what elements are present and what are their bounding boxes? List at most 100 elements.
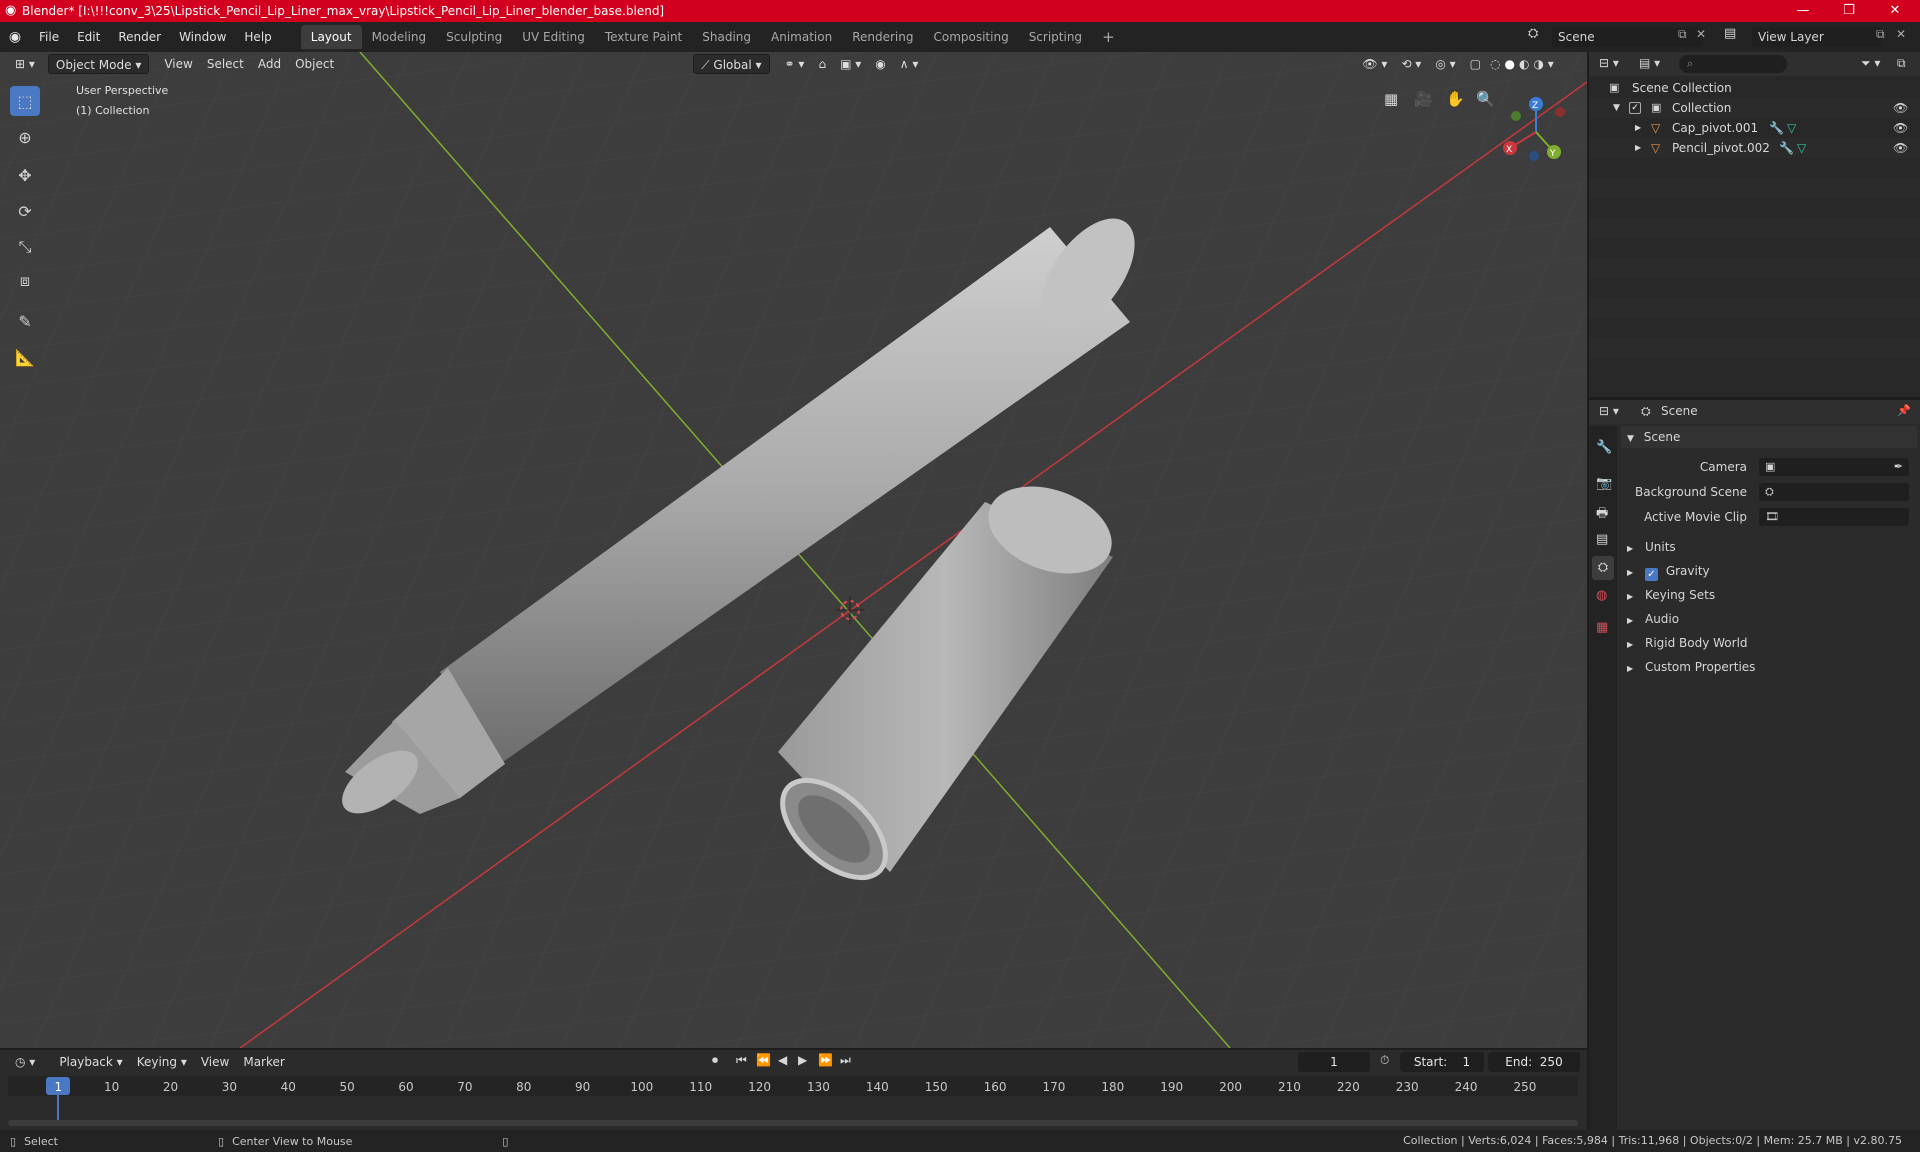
start-frame-field[interactable]: Start: 1 <box>1400 1052 1484 1072</box>
overlay-toggle-icon[interactable]: ◎ ▾ <box>1428 54 1462 74</box>
viewport-menu-object[interactable]: Object <box>288 54 341 74</box>
background-scene-field[interactable]: ⛭ <box>1759 483 1909 501</box>
outliner-object-row[interactable]: ▶ ▽ Pencil_pivot.002 🔧 ▽ 👁 <box>1589 138 1920 158</box>
world-tab-icon[interactable]: ◍ <box>1596 588 1607 603</box>
menu-window[interactable]: Window <box>170 25 235 49</box>
jump-end-icon[interactable]: ⏭ <box>840 1053 851 1068</box>
zoom-view-icon[interactable]: 🔍 <box>1476 90 1495 108</box>
tab-sculpting[interactable]: Sculpting <box>436 25 512 49</box>
gravity-checkbox[interactable]: ✓ <box>1644 568 1658 581</box>
play-reverse-icon[interactable]: ◀ <box>778 1053 787 1067</box>
falloff-icon[interactable]: ∧ ▾ <box>893 54 926 74</box>
play-icon[interactable]: ▶ <box>798 1053 807 1067</box>
annotate-tool-icon[interactable]: ✎ <box>10 306 40 336</box>
gravity-panel-header[interactable]: ▶ ✓ Gravity <box>1621 560 1917 582</box>
rendered-shading-icon[interactable]: ◑ ▾ <box>1531 54 1555 74</box>
viewport-menu-view[interactable]: View <box>157 54 199 74</box>
new-view-layer-icon[interactable]: ⧉ <box>1876 27 1885 42</box>
pin-icon[interactable]: 📌 <box>1897 404 1911 417</box>
delete-scene-icon[interactable]: ✕ <box>1696 27 1706 41</box>
mesh-data-icon[interactable]: ▽ <box>1797 138 1806 158</box>
custom-properties-panel-header[interactable]: ▶ Custom Properties <box>1621 656 1917 678</box>
object-visibility-icon[interactable]: 👁 <box>1893 118 1908 138</box>
properties-editor-icon[interactable]: ⊟ ▾ <box>1599 404 1619 418</box>
view-layer-icon[interactable]: ▤ <box>1724 26 1736 41</box>
viewport-scene[interactable] <box>0 52 1587 1048</box>
cursor-tool-icon[interactable]: ⊕ <box>10 122 40 152</box>
texture-tab-icon[interactable]: ▦ <box>1596 620 1608 635</box>
snap-target-icon[interactable]: ▣ ▾ <box>833 54 868 74</box>
collection-row[interactable]: ▼ ✓ ▣ Collection 👁 <box>1589 98 1920 118</box>
expand-arrow-icon[interactable]: ▶ <box>1635 138 1641 158</box>
scene-tab-icon[interactable]: ⛭ <box>1592 556 1614 580</box>
audio-panel-header[interactable]: ▶ Audio <box>1621 608 1917 630</box>
select-box-tool-icon[interactable]: ⬚ <box>10 86 40 116</box>
rigid-body-world-panel-header[interactable]: ▶ Rigid Body World <box>1621 632 1917 654</box>
rotate-tool-icon[interactable]: ⟳ <box>10 196 40 226</box>
menu-help[interactable]: Help <box>235 25 280 49</box>
wireframe-shading-icon[interactable]: ◌ <box>1488 54 1502 74</box>
delete-view-layer-icon[interactable]: ✕ <box>1896 27 1906 41</box>
collection-visibility-icon[interactable]: 👁 <box>1893 98 1908 118</box>
tab-rendering[interactable]: Rendering <box>842 25 923 49</box>
jump-start-icon[interactable]: ⏮ <box>736 1053 747 1068</box>
scene-panel-header[interactable]: ▼ Scene <box>1621 426 1917 448</box>
solid-shading-icon[interactable]: ● <box>1502 54 1516 74</box>
output-tab-icon[interactable]: 🖶 <box>1596 504 1608 526</box>
end-frame-field[interactable]: End: 250 <box>1488 1052 1580 1072</box>
menu-edit[interactable]: Edit <box>68 25 109 49</box>
jump-keyframe-back-icon[interactable]: ⏪ <box>756 1053 771 1067</box>
tab-animation[interactable]: Animation <box>761 25 842 49</box>
tab-uv-editing[interactable]: UV Editing <box>512 25 595 49</box>
scene-icon[interactable]: ⛭ <box>1528 26 1550 41</box>
render-tab-icon[interactable]: 📷 <box>1596 476 1612 491</box>
tab-compositing[interactable]: Compositing <box>923 25 1018 49</box>
minimize-button[interactable]: — <box>1780 0 1826 22</box>
outliner-editor-icon[interactable]: ⊟ ▾ <box>1599 56 1619 70</box>
display-mode-icon[interactable]: ▤ ▾ <box>1639 56 1660 70</box>
stopwatch-icon[interactable]: ⏱ <box>1380 1053 1389 1068</box>
keying-menu[interactable]: Keying ▾ <box>130 1052 194 1072</box>
timeline-editor-icon[interactable]: ◷ ▾ <box>8 1052 42 1072</box>
units-panel-header[interactable]: ▶ Units <box>1621 536 1917 558</box>
transform-tool-icon[interactable]: ⧈ <box>10 266 40 296</box>
marker-menu[interactable]: Marker <box>236 1052 291 1072</box>
tab-shading[interactable]: Shading <box>692 25 761 49</box>
filter-icon[interactable]: ⏷ ▾ <box>1861 56 1880 71</box>
add-workspace-button[interactable]: + <box>1092 25 1125 49</box>
timeline-view-menu[interactable]: View <box>194 1052 236 1072</box>
tab-modeling[interactable]: Modeling <box>362 25 437 49</box>
move-tool-icon[interactable]: ✥ <box>10 160 40 190</box>
navigation-gizmo[interactable]: Z X Y <box>1496 92 1576 172</box>
object-visibility-icon[interactable]: 👁 <box>1893 138 1908 158</box>
expand-arrow-icon[interactable]: ▶ <box>1635 118 1641 138</box>
outliner-search-input[interactable]: ⌕ <box>1679 55 1787 73</box>
pivot-point-icon[interactable]: ⚭ ▾ <box>778 54 812 74</box>
toggle-ortho-icon[interactable]: ▦ <box>1384 90 1398 108</box>
view-layer-selector[interactable]: View Layer <box>1752 27 1882 47</box>
gizmo-toggle-icon[interactable]: ⟲ ▾ <box>1394 54 1428 74</box>
menu-render[interactable]: Render <box>109 25 170 49</box>
viewport-menu-select[interactable]: Select <box>200 54 251 74</box>
menu-file[interactable]: File <box>30 25 68 49</box>
new-scene-icon[interactable]: ⧉ <box>1678 27 1687 42</box>
proportional-edit-icon[interactable]: ◉ <box>868 54 892 74</box>
camera-field[interactable]: ▣ ✒ <box>1759 458 1909 476</box>
modifier-icon[interactable]: 🔧 <box>1779 138 1794 158</box>
xray-icon[interactable]: ▢ <box>1463 54 1488 74</box>
record-icon[interactable]: ⏺ <box>712 1053 718 1068</box>
blender-menu-icon[interactable]: ◉ <box>0 29 30 45</box>
close-button[interactable]: ✕ <box>1872 0 1918 22</box>
pan-view-icon[interactable]: ✋ <box>1446 90 1465 108</box>
keying-sets-panel-header[interactable]: ▶ Keying Sets <box>1621 584 1917 606</box>
tab-texture-paint[interactable]: Texture Paint <box>595 25 692 49</box>
tab-layout[interactable]: Layout <box>300 25 362 49</box>
3d-viewport[interactable]: ⊞ ▾ Object Mode ▾ View Select Add Object… <box>0 52 1587 1048</box>
playback-menu[interactable]: Playback ▾ <box>52 1052 129 1072</box>
tool-tab-icon[interactable]: 🔧 <box>1596 440 1612 455</box>
transform-orientation-dropdown[interactable]: ⟋ Global ▾ <box>693 54 770 74</box>
collection-checkbox[interactable]: ✓ <box>1629 102 1641 114</box>
measure-tool-icon[interactable]: 📐 <box>10 342 40 372</box>
visibility-icon[interactable]: 👁 ▾ <box>1355 54 1394 74</box>
editor-type-icon[interactable]: ⊞ ▾ <box>8 54 42 74</box>
